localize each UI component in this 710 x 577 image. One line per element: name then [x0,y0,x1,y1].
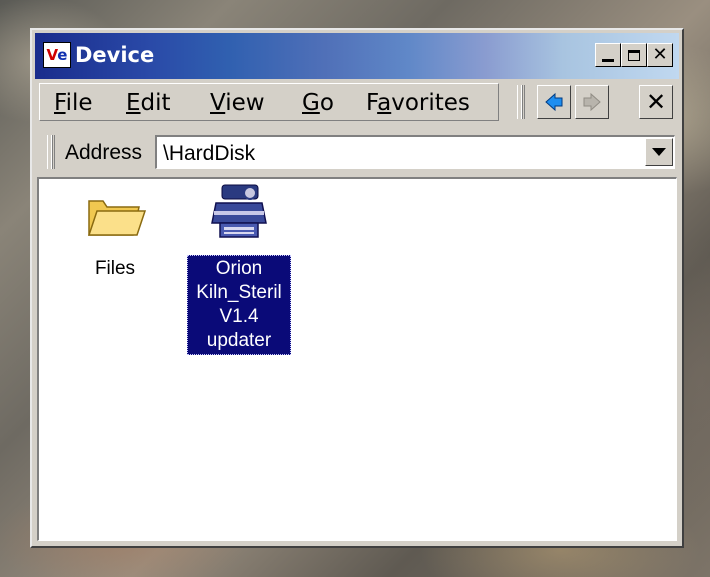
address-input[interactable]: \HardDisk [155,135,675,169]
file-label-selected: Orion Kiln_Steril V1.4 updater [187,255,291,355]
menu-view[interactable]: View [210,90,265,116]
minimize-icon [602,58,614,62]
address-dropdown-button[interactable] [645,138,673,166]
address-grip[interactable] [47,135,55,169]
menu-band: File Edit View Go Favorites [39,83,499,121]
window-title: Device [75,43,155,67]
file-list-pane[interactable]: Files Orion Kiln_Steril V1.4 updater [37,177,677,541]
menu-file[interactable]: File [54,90,93,116]
close-icon: ✕ [652,44,668,65]
address-label: Address [65,141,143,164]
menu-favorites[interactable]: Favorites [366,90,470,116]
menu-go[interactable]: Go [302,90,334,116]
file-item-files[interactable]: Files [55,189,175,283]
address-value[interactable]: \HardDisk [163,142,255,166]
app-icon: Ve [43,42,71,68]
minimize-button[interactable] [595,43,621,67]
chevron-down-icon [652,148,666,156]
maximize-icon [628,49,640,61]
title-bar[interactable]: Ve Device ✕ [35,33,679,79]
back-button[interactable] [537,85,571,119]
stop-icon: ✕ [645,88,667,116]
menu-file-rest: ile [65,90,93,116]
address-toolbar: Address \HardDisk [35,129,679,175]
forward-arrow-icon [583,92,601,112]
forward-button[interactable] [575,85,609,119]
explorer-window: Ve Device ✕ File Edit View Go Favorites … [30,28,684,548]
installer-icon [211,184,267,238]
file-item-orion-updater[interactable]: Orion Kiln_Steril V1.4 updater [179,179,299,355]
back-arrow-icon [545,92,563,112]
maximize-button[interactable] [621,43,647,67]
menu-toolbar: File Edit View Go Favorites ✕ [35,81,679,127]
menu-edit[interactable]: Edit [126,90,171,116]
file-label: Files [94,258,136,279]
stop-button[interactable]: ✕ [639,85,673,119]
folder-icon [87,200,147,236]
close-button[interactable]: ✕ [647,43,673,67]
toolbar-grip[interactable] [517,85,525,119]
